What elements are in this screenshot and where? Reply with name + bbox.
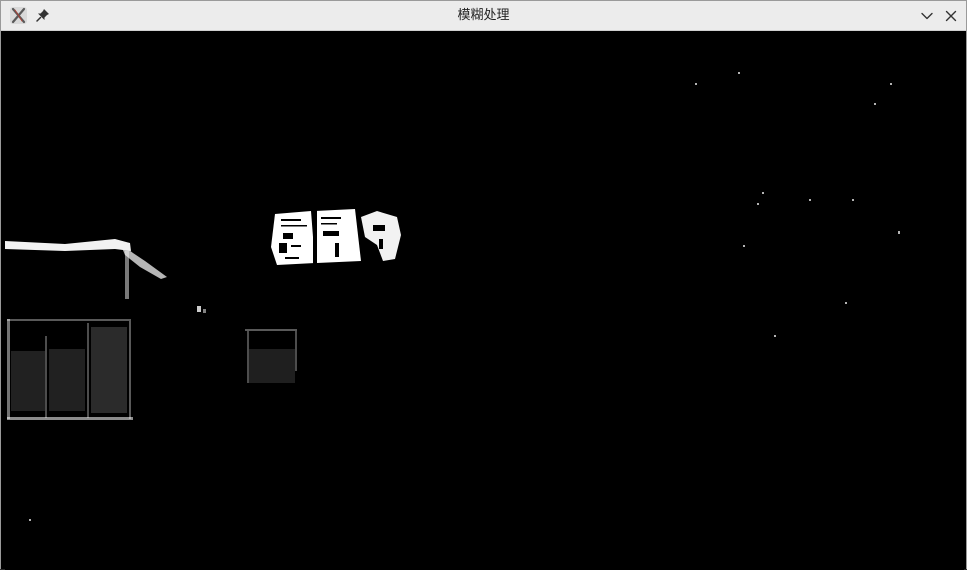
chevron-down-icon[interactable] <box>918 7 936 25</box>
close-icon[interactable] <box>942 7 960 25</box>
image-canvas <box>5 31 964 570</box>
title-bar[interactable]: 模糊处理 <box>1 1 966 31</box>
app-window: 模糊处理 <box>0 0 967 570</box>
pin-icon[interactable] <box>34 6 52 24</box>
window-title: 模糊处理 <box>457 8 510 23</box>
blurred-image <box>5 31 964 570</box>
app-icon <box>10 7 27 24</box>
